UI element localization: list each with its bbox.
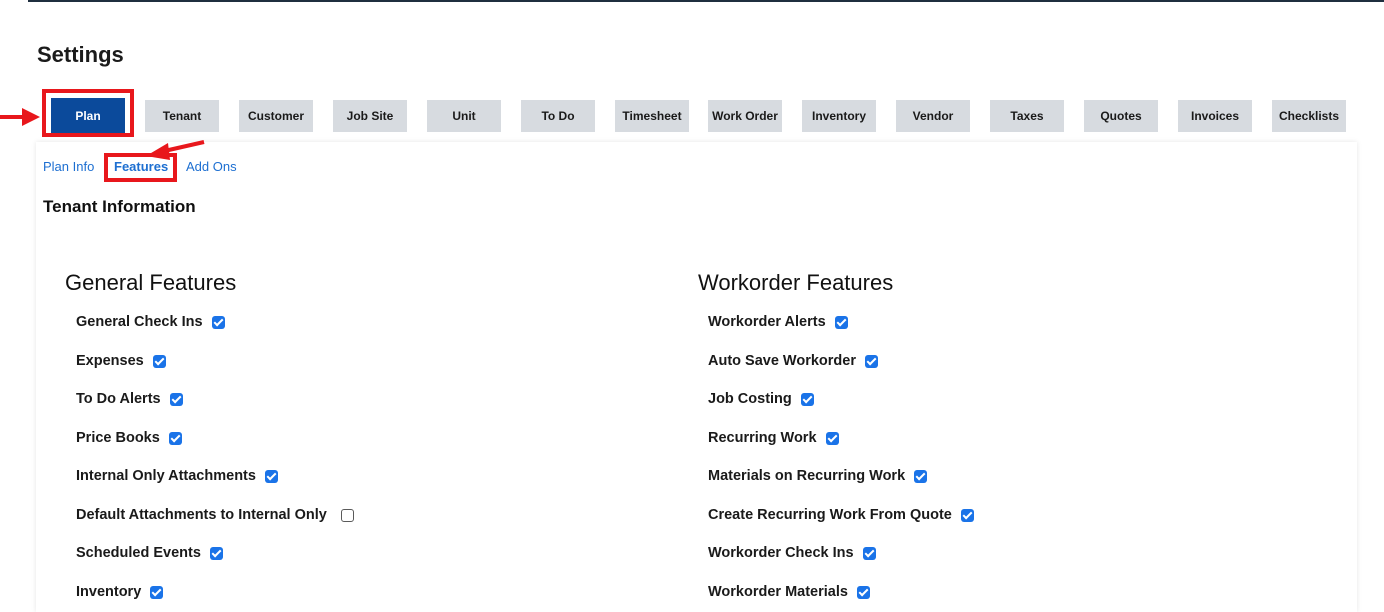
feature-row: Workorder Materials: [708, 582, 870, 602]
tab-taxes[interactable]: Taxes: [990, 100, 1064, 132]
feature-checkbox[interactable]: [834, 315, 848, 329]
tab-vendor[interactable]: Vendor: [896, 100, 970, 132]
feature-label: General Check Ins: [76, 314, 203, 330]
feature-checkbox[interactable]: [211, 315, 225, 329]
subtab-add-ons[interactable]: Add Ons: [186, 159, 237, 174]
feature-checkbox[interactable]: [856, 585, 870, 599]
tab-invoices[interactable]: Invoices: [1178, 100, 1252, 132]
feature-row: Scheduled Events: [76, 543, 223, 563]
top-bar: [28, 0, 1384, 2]
feature-label: Expenses: [76, 353, 144, 369]
tab-work-order[interactable]: Work Order: [708, 100, 782, 132]
tab-customer[interactable]: Customer: [239, 100, 313, 132]
feature-label: Internal Only Attachments: [76, 468, 256, 484]
subtab-plan-info[interactable]: Plan Info: [43, 159, 94, 174]
feature-label: Scheduled Events: [76, 545, 201, 561]
feature-checkbox[interactable]: [169, 392, 183, 406]
feature-checkbox[interactable]: [340, 508, 354, 522]
feature-checkbox[interactable]: [800, 392, 814, 406]
feature-checkbox[interactable]: [168, 431, 182, 445]
tab-timesheet[interactable]: Timesheet: [615, 100, 689, 132]
arrow-to-plan-tab: [0, 108, 40, 126]
feature-label: Workorder Materials: [708, 584, 848, 600]
feature-label: Job Costing: [708, 391, 792, 407]
feature-label: To Do Alerts: [76, 391, 161, 407]
feature-row: Workorder Check Ins: [708, 543, 876, 563]
feature-row: Recurring Work: [708, 428, 839, 448]
feature-checkbox[interactable]: [152, 354, 166, 368]
tab-inventory[interactable]: Inventory: [802, 100, 876, 132]
feature-row: Materials on Recurring Work: [708, 466, 928, 486]
feature-checkbox[interactable]: [209, 546, 223, 560]
feature-checkbox[interactable]: [914, 469, 928, 483]
workorder-features-heading: Workorder Features: [698, 270, 894, 295]
tab-unit[interactable]: Unit: [427, 100, 501, 132]
feature-row: Create Recurring Work From Quote: [708, 505, 974, 525]
tab-tenant[interactable]: Tenant: [145, 100, 219, 132]
tab-job-site[interactable]: Job Site: [333, 100, 407, 132]
feature-label: Create Recurring Work From Quote: [708, 507, 952, 523]
section-heading: Tenant Information: [43, 197, 196, 216]
feature-checkbox[interactable]: [865, 354, 878, 368]
feature-label: Recurring Work: [708, 430, 817, 446]
feature-checkbox[interactable]: [960, 508, 974, 522]
feature-label: Inventory: [76, 584, 142, 600]
feature-checkbox[interactable]: [264, 469, 278, 483]
feature-row: Internal Only Attachments: [76, 466, 278, 486]
feature-row: Job Costing: [708, 389, 814, 409]
plan-tab-highlight: [42, 89, 134, 137]
general-features-heading: General Features: [65, 270, 237, 295]
feature-label: Workorder Alerts: [708, 314, 826, 330]
feature-label: Auto Save Workorder: [708, 353, 856, 369]
feature-label: Price Books: [76, 430, 160, 446]
features-subtab-highlight: [104, 153, 177, 182]
feature-row: Auto Save Workorder: [708, 351, 878, 371]
feature-label: Default Attachments to Internal Only: [76, 507, 327, 523]
feature-checkbox[interactable]: [825, 431, 839, 445]
feature-row: Inventory: [76, 582, 164, 602]
tab-checklists[interactable]: Checklists: [1272, 100, 1346, 132]
page-title: Settings: [37, 42, 124, 67]
feature-row: Default Attachments to Internal Only: [76, 505, 354, 525]
feature-checkbox[interactable]: [150, 585, 164, 599]
feature-label: Materials on Recurring Work: [708, 468, 906, 484]
tab-quotes[interactable]: Quotes: [1084, 100, 1158, 132]
feature-row: Expenses: [76, 351, 166, 371]
tab-to-do[interactable]: To Do: [521, 100, 595, 132]
settings-card: [36, 142, 1357, 612]
feature-row: Price Books: [76, 428, 182, 448]
feature-label: Workorder Check Ins: [708, 545, 854, 561]
feature-checkbox[interactable]: [862, 546, 876, 560]
feature-row: To Do Alerts: [76, 389, 183, 409]
feature-row: General Check Ins: [76, 312, 225, 332]
feature-row: Workorder Alerts: [708, 312, 848, 332]
